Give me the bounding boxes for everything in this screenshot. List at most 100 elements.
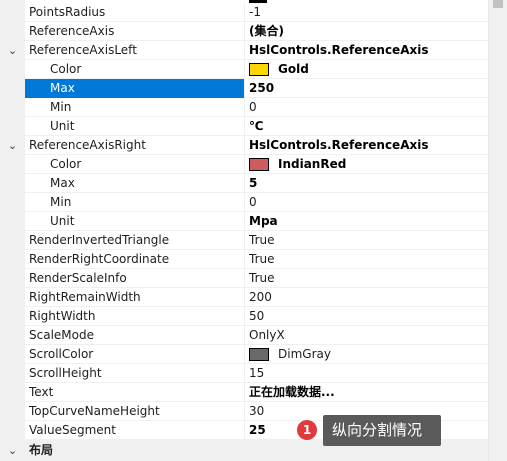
property-row[interactable]: PointsRadius -1 [0,3,488,22]
property-name[interactable]: ScrollHeight [29,364,244,383]
property-row[interactable]: Text 正在加载数据... [0,383,488,402]
property-row[interactable]: Unit ℃ [0,117,488,136]
property-row[interactable]: ⌄ ReferenceAxisLeft HslControls.ReferenceA… [0,41,488,60]
property-row[interactable]: ReferenceAxis (集合) [0,22,488,41]
column-separator [244,41,245,60]
property-value-text: 5 [249,176,258,190]
property-value[interactable]: True [249,231,484,250]
property-value-text: 0 [249,195,257,209]
property-value-text: (集合) [249,24,284,38]
property-value[interactable]: OnlyX [249,326,484,345]
column-separator [244,307,245,326]
property-row[interactable]: Max 5 [0,174,488,193]
column-separator [244,60,245,79]
property-value-text: ℃ [249,119,264,133]
property-value[interactable]: HslControls.ReferenceAxis [249,136,484,155]
column-separator [244,364,245,383]
property-value[interactable]: True [249,269,484,288]
property-value[interactable]: 5 [249,174,484,193]
property-name[interactable]: Unit [50,117,244,136]
property-row[interactable]: Min 0 [0,98,488,117]
property-value-text: DimGray [278,347,331,361]
property-row[interactable]: Unit Mpa [0,212,488,231]
property-row[interactable]: RenderRightCoordinate True [0,250,488,269]
color-swatch [249,63,269,76]
chevron-down-icon[interactable]: ⌄ [0,440,25,461]
property-value[interactable]: Mpa [249,212,484,231]
property-value[interactable]: IndianRed [249,155,484,174]
property-name[interactable]: ReferenceAxis [29,22,244,41]
property-value-text: 25 [249,423,266,437]
scrollbar-thumb[interactable] [493,0,503,8]
property-name[interactable]: ScaleMode [29,326,244,345]
column-separator [244,136,245,155]
property-value[interactable]: -1 [249,3,484,22]
property-row[interactable]: ScaleMode OnlyX [0,326,488,345]
property-name[interactable]: ScrollColor [29,345,244,364]
column-separator [244,117,245,136]
property-name[interactable]: Color [50,60,244,79]
property-name[interactable]: Min [50,98,244,117]
property-name[interactable]: Max [50,174,244,193]
property-name[interactable]: Color [50,155,244,174]
step-badge: 1 [297,420,317,440]
column-separator [244,174,245,193]
property-value-text: 50 [249,309,265,323]
property-name[interactable]: RenderInvertedTriangle [29,231,244,250]
property-name[interactable]: RenderRightCoordinate [29,250,244,269]
property-row[interactable]: ScrollHeight 15 [0,364,488,383]
property-value[interactable]: 0 [249,98,484,117]
column-separator [244,212,245,231]
property-name[interactable]: RenderScaleInfo [29,269,244,288]
property-name[interactable]: Min [50,193,244,212]
property-value[interactable]: ℃ [249,117,484,136]
property-row[interactable]: RightRemainWidth 200 [0,288,488,307]
property-row[interactable]: Color Gold [0,60,488,79]
property-value[interactable]: 正在加载数据... [249,383,484,402]
property-value[interactable]: DimGray [249,345,484,364]
property-value[interactable]: 50 [249,307,484,326]
chevron-down-icon[interactable]: ⌄ [0,41,25,60]
property-value-text: 正在加载数据... [249,385,335,399]
property-row[interactable]: RightWidth 50 [0,307,488,326]
property-row[interactable]: Min 0 [0,193,488,212]
property-name[interactable]: Max [25,79,244,98]
property-name[interactable]: RightRemainWidth [29,288,244,307]
property-value-text: Mpa [249,214,278,228]
property-value[interactable]: Gold [249,60,484,79]
color-swatch [249,348,269,361]
property-name[interactable]: ReferenceAxisLeft [29,41,244,60]
property-name[interactable]: ValueSegment [29,421,244,440]
chevron-down-icon[interactable]: ⌄ [0,136,25,155]
property-value-text: HslControls.ReferenceAxis [249,43,429,57]
property-value[interactable]: 250 [249,79,484,98]
property-row[interactable]: ScrollColor DimGray [0,345,488,364]
property-value[interactable]: HslControls.ReferenceAxis [249,41,484,60]
property-row[interactable]: Color IndianRed [0,155,488,174]
property-value-text: 30 [249,404,265,418]
column-separator [244,326,245,345]
property-name[interactable]: ReferenceAxisRight [29,136,244,155]
property-name[interactable]: Text [29,383,244,402]
property-value[interactable]: 15 [249,364,484,383]
property-value-text: True [249,252,275,266]
vertical-scrollbar[interactable] [488,0,507,461]
property-row[interactable]: ⌄ ReferenceAxisRight HslControls.Reference… [0,136,488,155]
category-label: 布局 [29,443,54,457]
property-name[interactable]: PointsRadius [29,3,244,22]
property-row[interactable]: RenderInvertedTriangle True [0,231,488,250]
column-separator [244,269,245,288]
property-value-text: IndianRed [278,157,347,171]
property-value[interactable]: 0 [249,193,484,212]
property-name[interactable]: TopCurveNameHeight [29,402,244,421]
property-name[interactable]: RightWidth [29,307,244,326]
property-name[interactable]: Unit [50,212,244,231]
property-value[interactable]: 200 [249,288,484,307]
property-row[interactable]: RenderScaleInfo True [0,269,488,288]
column-separator [244,79,245,98]
property-value[interactable]: True [249,250,484,269]
property-value-text: Gold [278,62,309,76]
property-value[interactable]: (集合) [249,22,484,41]
property-value-text: 200 [249,290,272,304]
property-row[interactable]: Max 250 [0,79,488,98]
